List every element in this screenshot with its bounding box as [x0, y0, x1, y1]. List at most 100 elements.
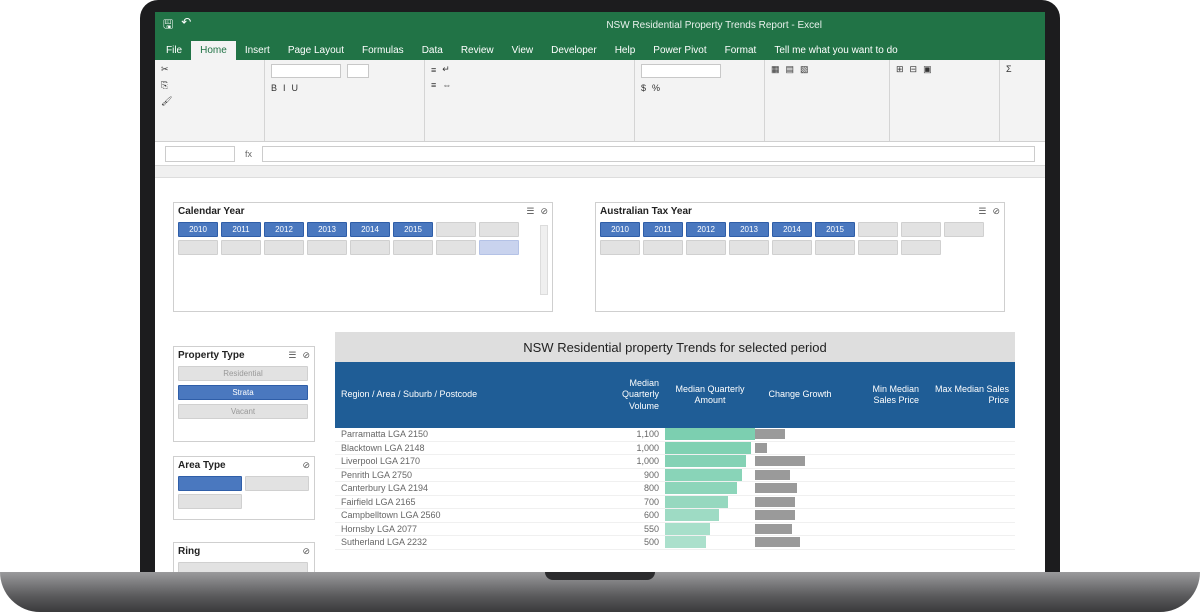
slicer-item-2015[interactable]: 2015: [393, 222, 433, 237]
tab-view[interactable]: View: [503, 41, 543, 60]
slicer-item-2011[interactable]: 2011: [643, 222, 683, 237]
delete-cells-icon[interactable]: ⊟: [910, 64, 918, 75]
tab-insert[interactable]: Insert: [236, 41, 279, 60]
slicer-item-2013[interactable]: 2013: [307, 222, 347, 237]
header-volume[interactable]: Median Quarterly Volume: [585, 378, 665, 412]
number-format-box[interactable]: [641, 64, 721, 78]
slicer-item[interactable]: [245, 476, 309, 491]
table-row[interactable]: Penrith LGA 2750 900: [335, 468, 1015, 482]
italic-button[interactable]: I: [283, 83, 286, 93]
tab-file[interactable]: File: [157, 41, 191, 60]
slicer-item[interactable]: [686, 240, 726, 255]
slicer-item[interactable]: [901, 240, 941, 255]
table-row[interactable]: Campbelltown LGA 2560 600: [335, 509, 1015, 523]
fx-icon[interactable]: fx: [245, 149, 252, 159]
slicer-item[interactable]: [944, 222, 984, 237]
tab-review[interactable]: Review: [452, 41, 503, 60]
font-name-box[interactable]: [271, 64, 341, 78]
table-row[interactable]: Liverpool LGA 2170 1,000: [335, 455, 1015, 469]
slicer-item[interactable]: [178, 240, 218, 255]
slicer-item[interactable]: [307, 240, 347, 255]
slicer-item[interactable]: [815, 240, 855, 255]
tab-format[interactable]: Format: [716, 41, 766, 60]
tab-power-pivot[interactable]: Power Pivot: [644, 41, 715, 60]
cell-styles-icon[interactable]: ▧: [800, 64, 809, 75]
table-row[interactable]: Fairfield LGA 2165 700: [335, 495, 1015, 509]
slicer-item-2012[interactable]: 2012: [686, 222, 726, 237]
bold-button[interactable]: B: [271, 83, 277, 93]
undo-icon[interactable]: ↶: [181, 15, 191, 36]
header-min-price[interactable]: Min Median Sales Price: [845, 384, 925, 407]
slicer-item[interactable]: [858, 240, 898, 255]
slicer-item[interactable]: [772, 240, 812, 255]
clear-filter-icon[interactable]: ⊘: [302, 350, 310, 361]
slicer-scrollbar[interactable]: [540, 225, 548, 295]
slicer-item-strata[interactable]: Strata: [178, 385, 308, 400]
slicer-item[interactable]: [436, 222, 476, 237]
tab-page-layout[interactable]: Page Layout: [279, 41, 353, 60]
slicer-item[interactable]: [264, 240, 304, 255]
table-row[interactable]: Parramatta LGA 2150 1,100: [335, 428, 1015, 442]
slicer-item-vacant[interactable]: Vacant: [178, 404, 308, 419]
slicer-item-2014[interactable]: 2014: [350, 222, 390, 237]
tab-tell-me-what-you-want-to-do[interactable]: Tell me what you want to do: [765, 41, 906, 60]
slicer-item-2015[interactable]: 2015: [815, 222, 855, 237]
save-icon[interactable]: 🖫: [163, 15, 173, 36]
clear-filter-icon[interactable]: ⊘: [302, 546, 310, 557]
multi-select-icon[interactable]: ☰: [978, 206, 986, 217]
align-left-icon[interactable]: ≡: [431, 80, 436, 90]
clear-filter-icon[interactable]: ⊘: [992, 206, 1000, 217]
slicer-item[interactable]: [178, 494, 242, 509]
slicer-item-2011[interactable]: 2011: [221, 222, 261, 237]
slicer-item[interactable]: [643, 240, 683, 255]
header-region[interactable]: Region / Area / Suburb / Postcode: [335, 389, 585, 400]
copy-icon[interactable]: ⎘: [161, 80, 168, 91]
insert-cells-icon[interactable]: ⊞: [896, 64, 904, 75]
slicer-item[interactable]: [600, 240, 640, 255]
tab-data[interactable]: Data: [413, 41, 452, 60]
slicer-item[interactable]: [350, 240, 390, 255]
slicer-item-2010[interactable]: 2010: [600, 222, 640, 237]
format-cells-icon[interactable]: ▣: [923, 64, 932, 75]
format-as-table-icon[interactable]: ▤: [786, 64, 795, 75]
header-growth[interactable]: Change Growth: [755, 389, 845, 400]
slicer-item-2014[interactable]: 2014: [772, 222, 812, 237]
currency-icon[interactable]: $: [641, 83, 646, 93]
slicer-item-2010[interactable]: 2010: [178, 222, 218, 237]
cut-icon[interactable]: ✂: [161, 64, 169, 75]
slicer-item[interactable]: [901, 222, 941, 237]
slicer-item-residential[interactable]: Residential: [178, 366, 308, 381]
table-row[interactable]: Sutherland LGA 2232 500: [335, 536, 1015, 550]
tab-help[interactable]: Help: [606, 41, 645, 60]
slicer-item[interactable]: [479, 240, 519, 255]
table-row[interactable]: Canterbury LGA 2194 800: [335, 482, 1015, 496]
slicer-item[interactable]: [393, 240, 433, 255]
slicer-item[interactable]: [221, 240, 261, 255]
merge-center-icon[interactable]: ⇔: [442, 80, 451, 90]
multi-select-icon[interactable]: ☰: [526, 206, 534, 217]
autosum-icon[interactable]: Σ: [1006, 64, 1012, 74]
tab-formulas[interactable]: Formulas: [353, 41, 413, 60]
header-amount[interactable]: Median Quarterly Amount: [665, 384, 755, 407]
name-box[interactable]: [165, 145, 235, 162]
table-row[interactable]: Blacktown LGA 2148 1,000: [335, 441, 1015, 455]
header-max-price[interactable]: Max Median Sales Price: [925, 384, 1015, 407]
formula-input[interactable]: [262, 145, 1035, 162]
wrap-text-icon[interactable]: ↵: [442, 64, 450, 75]
percent-icon[interactable]: %: [652, 83, 660, 93]
font-size-box[interactable]: [347, 64, 369, 78]
underline-button[interactable]: U: [292, 83, 299, 93]
format-painter-icon[interactable]: 🖌: [161, 96, 172, 107]
clear-filter-icon[interactable]: ⊘: [302, 460, 310, 471]
slicer-item[interactable]: [479, 222, 519, 237]
tab-home[interactable]: Home: [191, 41, 236, 60]
slicer-item[interactable]: [858, 222, 898, 237]
slicer-item-2013[interactable]: 2013: [729, 222, 769, 237]
align-top-icon[interactable]: ≡: [431, 65, 436, 75]
slicer-item[interactable]: [729, 240, 769, 255]
slicer-item[interactable]: [178, 476, 242, 491]
table-row[interactable]: Hornsby LGA 2077 550: [335, 522, 1015, 536]
clear-filter-icon[interactable]: ⊘: [540, 206, 548, 217]
tab-developer[interactable]: Developer: [542, 41, 606, 60]
multi-select-icon[interactable]: ☰: [288, 350, 296, 361]
